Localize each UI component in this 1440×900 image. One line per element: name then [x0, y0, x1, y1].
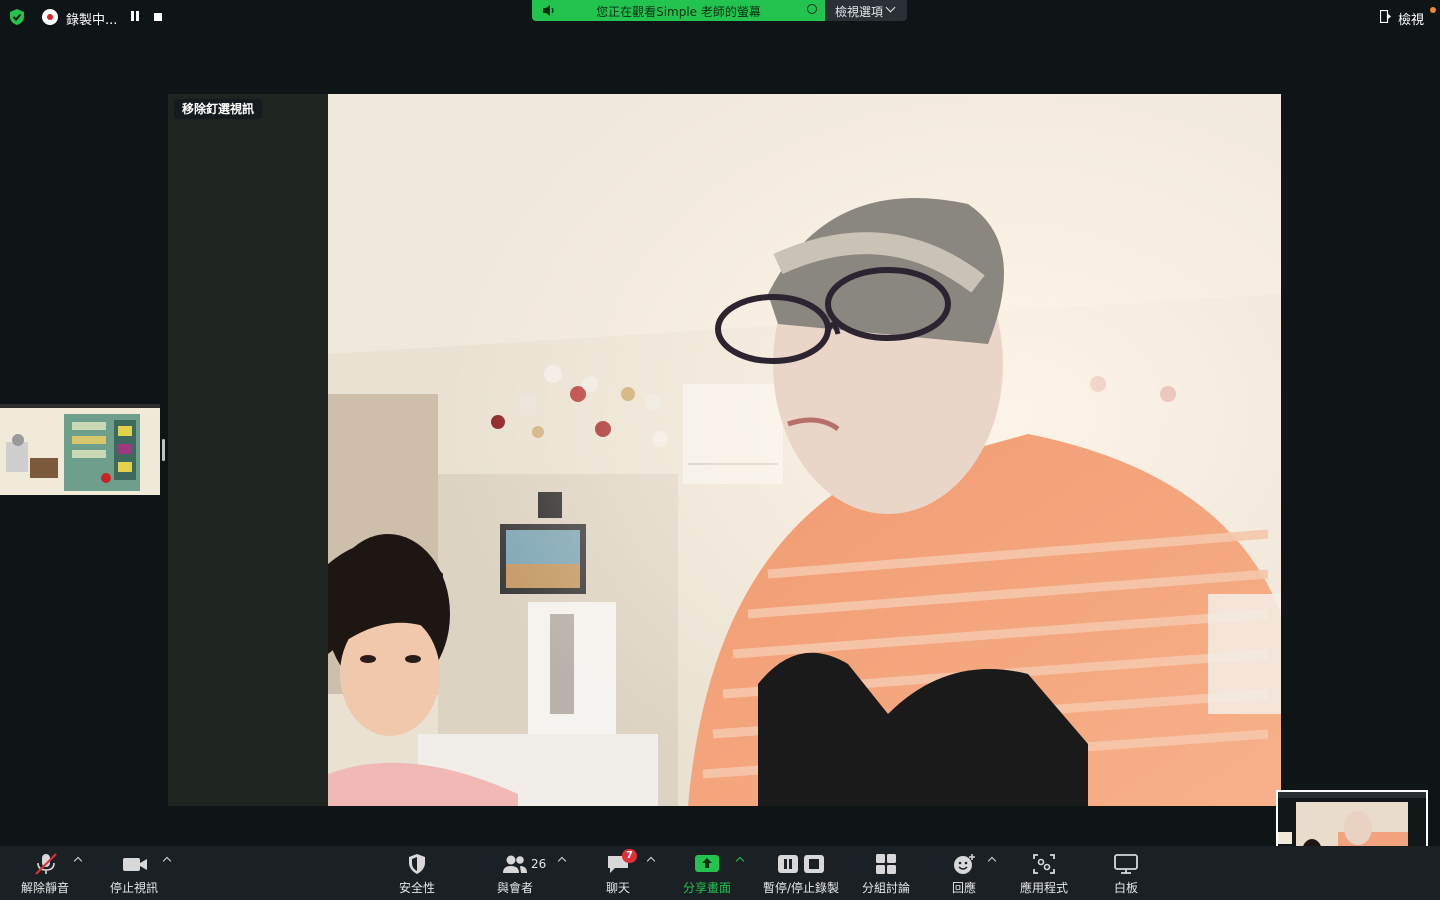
chat-options-caret[interactable]: [643, 846, 659, 900]
participants-count: 26: [531, 857, 547, 871]
share-options-caret[interactable]: [732, 846, 748, 900]
shared-screen-image: [0, 404, 160, 495]
video-camera-icon: [123, 858, 147, 871]
reactions-options-caret[interactable]: [984, 846, 1000, 900]
smiley-icon: [954, 854, 975, 874]
breakout-rooms-icon: [876, 854, 896, 874]
apps-icon: [1033, 854, 1055, 874]
audio-options-caret[interactable]: [70, 846, 86, 900]
unpin-video-button[interactable]: 移除釘選視訊: [174, 99, 263, 119]
pause-stop-icon: [778, 855, 824, 873]
notification-dot: [1430, 7, 1436, 13]
apps-button[interactable]: 應用程式: [1004, 846, 1084, 900]
view-label: 檢視: [1398, 13, 1425, 28]
share-screen-icon: [695, 855, 719, 872]
meeting-toolbar: 解除靜音 停止視訊 安全性 26 與會者 7 聊天 分享畫面 暫停/停止錄製 分…: [0, 846, 1440, 900]
share-banner: 您正在觀看Simple 老師的螢幕: [532, 0, 825, 21]
shared-screen-thumbnail[interactable]: [0, 404, 160, 495]
top-bar: 錄製中... 您正在觀看Simple 老師的螢幕 檢視選項 檢視: [0, 0, 1440, 34]
participants-label: 與會者: [496, 881, 533, 895]
info-icon[interactable]: [807, 4, 817, 14]
view-icon: [1380, 10, 1391, 23]
video-frame: [328, 94, 1281, 806]
whiteboard-button[interactable]: 白板: [1086, 846, 1166, 900]
security-label: 安全性: [398, 881, 435, 895]
chevron-down-icon: [885, 2, 896, 13]
recording-icon: [42, 9, 58, 25]
view-options-button[interactable]: 檢視選項: [825, 0, 907, 21]
video-options-caret[interactable]: [159, 846, 175, 900]
recording-label: 錄製中...: [66, 13, 118, 28]
pause-stop-recording-label: 暫停/停止錄製: [762, 881, 840, 895]
participants-button[interactable]: 26 與會者: [475, 846, 555, 900]
security-button[interactable]: 安全性: [377, 846, 457, 900]
mic-muted-icon: [35, 853, 57, 875]
shield-icon: [409, 854, 425, 874]
apps-label: 應用程式: [1019, 881, 1068, 895]
whiteboard-icon: [1114, 854, 1138, 874]
breakout-rooms-button[interactable]: 分組討論: [846, 846, 926, 900]
chat-badge: 7: [622, 849, 637, 863]
participants-icon: [503, 855, 527, 873]
chevron-up-icon: [73, 856, 83, 866]
stop-recording-icon[interactable]: [154, 13, 162, 21]
chevron-up-icon: [987, 856, 997, 866]
breakout-rooms-label: 分組討論: [861, 881, 910, 895]
view-options-label: 檢視選項: [835, 5, 884, 19]
share-banner-text: 您正在觀看Simple 老師的螢幕: [596, 5, 761, 19]
whiteboard-label: 白板: [1113, 881, 1138, 895]
chevron-up-icon: [735, 856, 745, 866]
chevron-up-icon: [646, 856, 656, 866]
pause-recording-icon[interactable]: [130, 11, 140, 22]
chevron-up-icon: [557, 856, 567, 866]
video-stage: 移除釘選視訊: [168, 94, 1281, 806]
security-shield-icon[interactable]: [8, 8, 26, 26]
participants-options-caret[interactable]: [554, 846, 570, 900]
resize-handle[interactable]: [162, 439, 165, 461]
chevron-up-icon: [162, 856, 172, 866]
pause-stop-recording-button[interactable]: 暫停/停止錄製: [761, 846, 841, 900]
pinned-video: [328, 94, 1281, 806]
